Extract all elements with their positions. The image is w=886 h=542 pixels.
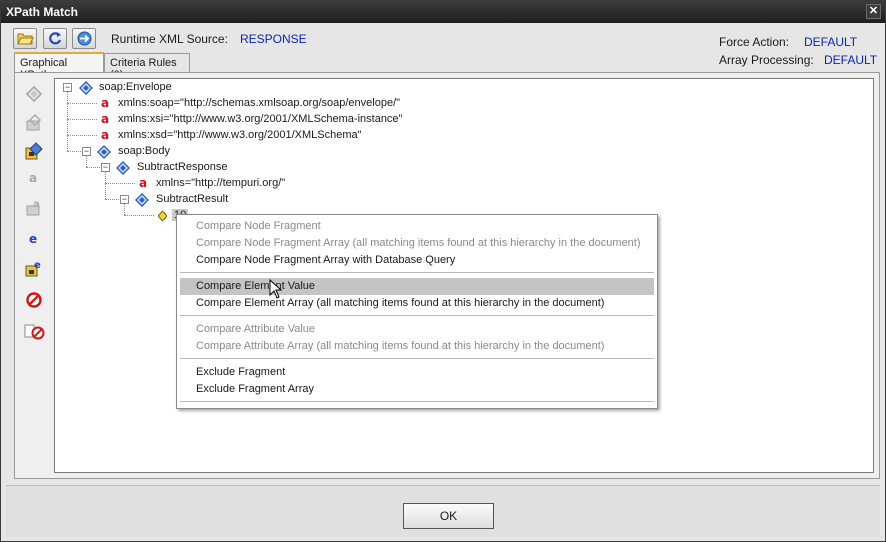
side-button-element-lock[interactable]: [24, 141, 44, 161]
collapse-toggle[interactable]: −: [120, 195, 129, 204]
svg-text:a: a: [33, 199, 40, 210]
side-button-attribute[interactable]: a: [24, 168, 44, 188]
tree-node-attribute[interactable]: a xmlns="http://tempuri.org/": [137, 176, 337, 192]
menu-item-compare-attribute-array[interactable]: Compare Attribute Array (all matching it…: [180, 338, 654, 355]
attribute-group-icon: a: [26, 199, 40, 216]
open-file-button[interactable]: [13, 28, 37, 49]
tree-connector: [67, 151, 81, 152]
tree-node-label: xmlns:soap="http://schemas.xmlsoap.org/s…: [118, 97, 401, 109]
tree-node-attribute[interactable]: a xmlns:xsd="http://www.w3.org/2001/XMLS…: [99, 128, 419, 144]
menu-item-compare-attribute-value[interactable]: Compare Attribute Value: [180, 321, 654, 338]
tree-connector: [67, 135, 97, 136]
element-icon: [25, 85, 43, 103]
element-icon: [97, 145, 111, 159]
menu-item-compare-node-fragment-array[interactable]: Compare Node Fragment Array (all matchin…: [180, 235, 654, 252]
svg-text:e: e: [34, 260, 41, 271]
tree-node-soap-body[interactable]: − soap:Body: [82, 144, 282, 160]
svg-text:e: e: [29, 232, 37, 246]
side-button-attribute-group[interactable]: a: [24, 197, 44, 217]
tree-node-subtract-result[interactable]: − SubtractResult: [120, 192, 320, 208]
attribute-icon: a: [101, 96, 110, 110]
go-button[interactable]: [72, 28, 96, 49]
array-processing-label: Array Processing:: [719, 53, 814, 67]
exclude-all-icon: [24, 324, 45, 340]
tree-node-label: SubtractResult: [156, 193, 229, 205]
exclude-icon: [26, 292, 42, 308]
tree-connector: [67, 92, 68, 151]
tree-connector: [67, 119, 97, 120]
element-icon: [79, 81, 93, 95]
menu-separator: [180, 358, 654, 359]
tree-node-label: SubtractResponse: [137, 161, 228, 173]
collapse-toggle[interactable]: −: [101, 163, 110, 172]
side-button-namespace-lock[interactable]: e: [24, 258, 44, 278]
side-toolbar: a a e e: [16, 80, 50, 471]
attribute-icon: a: [139, 176, 148, 190]
namespace-lock-icon: e: [25, 260, 41, 277]
close-icon: ✕: [868, 5, 879, 17]
mouse-cursor-icon: [269, 279, 283, 299]
collapse-toggle[interactable]: −: [63, 83, 72, 92]
tree-connector: [105, 199, 119, 200]
tree-node-attribute[interactable]: a xmlns:soap="http://schemas.xmlsoap.org…: [99, 96, 419, 112]
tree-node-label: xmlns:xsi="http://www.w3.org/2001/XMLSch…: [118, 113, 403, 125]
tree-node-label: xmlns:xsd="http://www.w3.org/2001/XMLSch…: [118, 129, 362, 141]
menu-item-compare-element-value[interactable]: Compare Element Value: [180, 278, 654, 295]
runtime-source-label: Runtime XML Source:: [111, 32, 228, 46]
tree-node-label: soap:Body: [118, 145, 170, 157]
menu-separator: [180, 272, 654, 273]
tree-connector: [105, 183, 135, 184]
attribute-icon: a: [29, 171, 37, 185]
refresh-button[interactable]: [43, 28, 67, 49]
tree-connector: [124, 215, 154, 216]
side-button-exclude[interactable]: [24, 290, 44, 310]
tree-node-label: soap:Envelope: [99, 81, 172, 93]
svg-text:a: a: [29, 171, 37, 185]
element-group-icon: [26, 114, 41, 131]
menu-item-compare-node-fragment-array-db[interactable]: Compare Node Fragment Array with Databas…: [180, 252, 654, 269]
attribute-icon: a: [101, 128, 110, 142]
context-menu: Compare Node Fragment Compare Node Fragm…: [176, 214, 658, 409]
element-icon: [116, 161, 130, 175]
tree-node-subtract-response[interactable]: − SubtractResponse: [101, 160, 301, 176]
element-icon: [135, 193, 149, 207]
refresh-icon: [49, 32, 62, 45]
menu-separator: [180, 315, 654, 316]
close-button[interactable]: ✕: [866, 4, 881, 19]
text-value-icon: [158, 211, 167, 221]
side-button-element[interactable]: [24, 84, 44, 104]
element-lock-icon: [25, 142, 43, 160]
array-processing-value[interactable]: DEFAULT: [824, 53, 877, 67]
attribute-icon: a: [101, 112, 110, 126]
tree-connector: [67, 103, 97, 104]
tree-node-label: xmlns="http://tempuri.org/": [156, 177, 286, 189]
tree-connector: [86, 167, 100, 168]
tree-node-soap-envelope[interactable]: − soap:Envelope: [63, 80, 263, 96]
collapse-toggle[interactable]: −: [82, 147, 91, 156]
tab-criteria-rules[interactable]: Criteria Rules (0): [104, 53, 190, 81]
menu-item-compare-element-array[interactable]: Compare Element Array (all matching item…: [180, 295, 654, 312]
menu-separator: [180, 401, 654, 402]
window-title: XPath Match: [6, 5, 79, 19]
folder-open-icon: [17, 33, 34, 45]
menu-item-exclude-fragment[interactable]: Exclude Fragment: [180, 364, 654, 381]
tab-graphical-xpath[interactable]: Graphical XPath: [14, 52, 104, 81]
go-arrow-icon: [77, 31, 92, 46]
side-button-namespace[interactable]: e: [24, 229, 44, 249]
force-action-value[interactable]: DEFAULT: [804, 35, 857, 49]
ok-button[interactable]: OK: [403, 503, 494, 529]
namespace-icon: e: [29, 232, 37, 246]
side-button-exclude-all[interactable]: [24, 322, 45, 342]
tree-node-attribute[interactable]: a xmlns:xsi="http://www.w3.org/2001/XMLS…: [99, 112, 419, 128]
menu-item-compare-node-fragment[interactable]: Compare Node Fragment: [180, 218, 654, 235]
xpath-match-window: XPath Match ✕ Runtime XML Source: RESPON…: [0, 0, 886, 542]
side-button-element-group[interactable]: [24, 113, 44, 133]
runtime-source-value[interactable]: RESPONSE: [240, 32, 307, 46]
menu-item-exclude-fragment-array[interactable]: Exclude Fragment Array: [180, 381, 654, 398]
force-action-label: Force Action:: [719, 35, 790, 49]
window-titlebar[interactable]: XPath Match ✕: [1, 1, 885, 23]
tree-connector: [105, 172, 106, 199]
